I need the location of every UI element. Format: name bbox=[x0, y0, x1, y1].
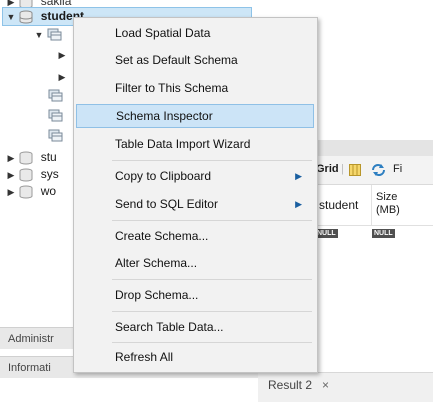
grid-layout-icon[interactable] bbox=[349, 164, 361, 176]
menu-item-table-data-import-wizard[interactable]: Table Data Import Wizard bbox=[76, 132, 314, 156]
tree-item-table[interactable]: ▶ bbox=[57, 67, 67, 85]
tree-item-table[interactable]: ▶ bbox=[57, 45, 67, 63]
views-folder-icon bbox=[48, 89, 63, 102]
tree-item-label: wo bbox=[40, 184, 57, 198]
database-icon bbox=[19, 151, 33, 165]
menu-item-send-to-sql-editor[interactable]: Send to SQL Editor ▶ bbox=[76, 192, 314, 216]
menu-separator bbox=[112, 160, 312, 161]
column-header-student[interactable]: student bbox=[316, 185, 372, 225]
menu-item-drop-schema[interactable]: Drop Schema... bbox=[76, 283, 314, 307]
procedures-folder-icon bbox=[48, 109, 63, 122]
tree-item-tables-folder[interactable]: ▼ bbox=[34, 25, 63, 43]
null-value-badge: NULL bbox=[315, 229, 338, 238]
tree-item-views-folder[interactable] bbox=[48, 86, 64, 104]
result-tab-label[interactable]: Result 2 bbox=[268, 378, 312, 392]
menu-item-alter-schema[interactable]: Alter Schema... bbox=[76, 251, 314, 275]
database-icon bbox=[19, 10, 33, 24]
column-header-size[interactable]: Size (MB) bbox=[372, 185, 433, 225]
menu-separator bbox=[112, 279, 312, 280]
menu-item-set-default-schema[interactable]: Set as Default Schema bbox=[76, 48, 314, 72]
tree-item-schema[interactable]: ▶ stu bbox=[6, 148, 57, 166]
refresh-icon[interactable] bbox=[371, 163, 386, 177]
menu-separator bbox=[112, 342, 312, 343]
menu-item-create-schema[interactable]: Create Schema... bbox=[76, 224, 314, 248]
database-icon bbox=[19, 168, 33, 182]
menu-separator bbox=[112, 220, 312, 221]
tables-folder-icon bbox=[47, 28, 62, 41]
collapse-arrow-icon[interactable]: ▼ bbox=[6, 8, 16, 26]
tree-item-procedures-folder[interactable] bbox=[48, 106, 64, 124]
functions-folder-icon bbox=[48, 129, 63, 142]
menu-item-schema-inspector[interactable]: Schema Inspector bbox=[76, 104, 314, 128]
expand-arrow-icon[interactable]: ▶ bbox=[6, 183, 16, 201]
toolbar-separator: | bbox=[341, 163, 344, 175]
tree-item-schema[interactable]: ▶ sys bbox=[6, 165, 59, 183]
tree-item-schema[interactable]: ▶ wo bbox=[6, 182, 56, 200]
tree-item-label: stu bbox=[40, 150, 57, 164]
menu-item-filter-to-schema[interactable]: Filter to This Schema bbox=[76, 76, 314, 100]
collapse-arrow-icon[interactable]: ▼ bbox=[34, 26, 44, 44]
schema-context-menu: Load Spatial Data Set as Default Schema … bbox=[73, 17, 318, 373]
submenu-arrow-icon: ▶ bbox=[295, 171, 302, 181]
result-tab-bar: Result 2 × bbox=[258, 372, 433, 402]
menu-item-label: Send to SQL Editor bbox=[115, 197, 218, 211]
database-icon bbox=[19, 185, 33, 199]
filter-rows-label[interactable]: Fi bbox=[393, 163, 402, 175]
menu-item-copy-to-clipboard[interactable]: Copy to Clipboard ▶ bbox=[76, 164, 314, 188]
submenu-arrow-icon: ▶ bbox=[295, 199, 302, 209]
close-tab-icon[interactable]: × bbox=[322, 378, 329, 392]
expand-arrow-icon[interactable]: ▶ bbox=[57, 68, 67, 86]
tree-item-label: sys bbox=[40, 167, 59, 181]
menu-item-refresh-all[interactable]: Refresh All bbox=[76, 345, 314, 369]
menu-item-search-table-data[interactable]: Search Table Data... bbox=[76, 315, 314, 339]
result-grid-label[interactable]: Grid bbox=[316, 163, 339, 175]
tree-item-functions-folder[interactable] bbox=[48, 126, 64, 144]
menu-item-label: Copy to Clipboard bbox=[115, 169, 212, 183]
null-value-badge: NULL bbox=[372, 229, 395, 238]
menu-separator bbox=[112, 311, 312, 312]
menu-item-load-spatial-data[interactable]: Load Spatial Data bbox=[76, 21, 314, 45]
expand-arrow-icon[interactable]: ▶ bbox=[57, 46, 67, 64]
